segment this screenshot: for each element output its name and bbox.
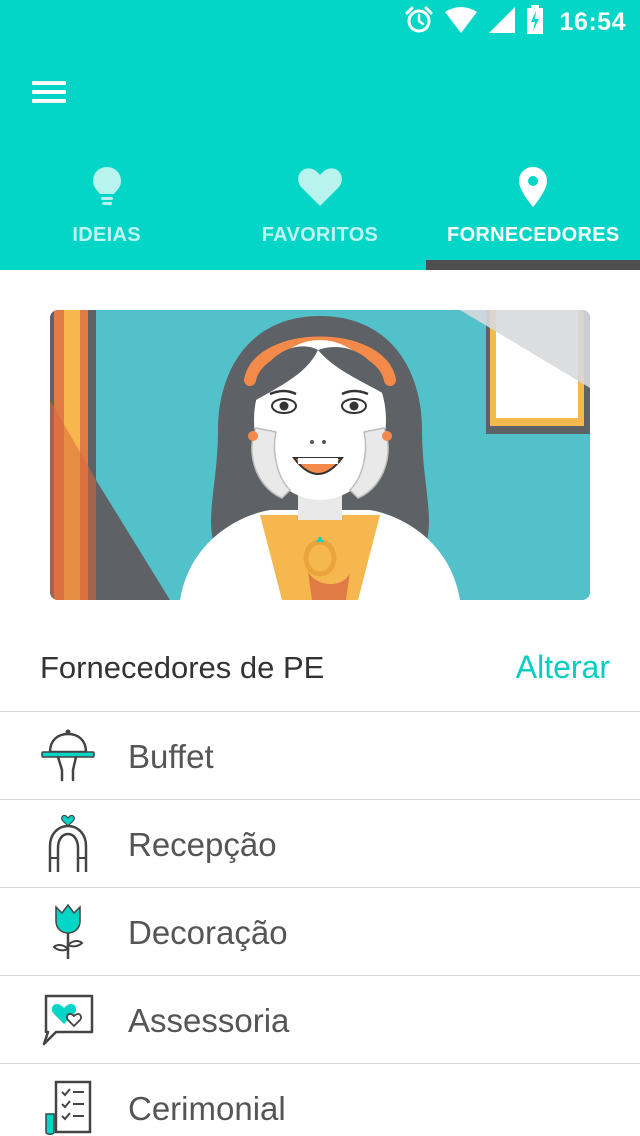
list-item-label: Decoração xyxy=(128,914,288,951)
tab-label: IDEIAS xyxy=(72,224,141,246)
hearts-chat-icon xyxy=(40,990,96,1050)
section-header: Fornecedores de PE Alterar xyxy=(0,622,640,712)
signal-icon xyxy=(488,6,516,39)
lightbulb-icon xyxy=(92,164,122,210)
list-item-label: Buffet xyxy=(128,738,214,775)
wedding-arch-icon xyxy=(40,814,96,874)
hamburger-menu-icon[interactable] xyxy=(32,80,66,106)
rose-icon xyxy=(40,902,96,962)
status-icons: 16:54 xyxy=(404,4,626,40)
list-item-label: Assessoria xyxy=(128,1002,290,1039)
hero-illustration xyxy=(50,310,590,600)
list-item-recepcao[interactable]: Recepção xyxy=(0,800,640,888)
checklist-icon xyxy=(40,1078,96,1136)
tab-label: FAVORITOS xyxy=(261,224,379,246)
list-item-assessoria[interactable]: Assessoria xyxy=(0,976,640,1064)
list-item-label: Recepção xyxy=(128,826,277,863)
vendor-category-list: Buffet Recepção Decoração Assessoria Cer… xyxy=(0,712,640,1136)
tab-ideias[interactable]: IDEIAS xyxy=(0,150,213,270)
list-item-buffet[interactable]: Buffet xyxy=(0,712,640,800)
active-tab-indicator xyxy=(426,260,640,270)
tab-fornecedores[interactable]: FORNECEDORES xyxy=(427,150,640,270)
battery-charging-icon xyxy=(526,4,544,40)
list-item-cerimonial[interactable]: Cerimonial xyxy=(0,1064,640,1136)
alarm-icon xyxy=(404,5,434,40)
food-tray-icon xyxy=(40,726,96,786)
section-title: Fornecedores de PE xyxy=(40,650,325,685)
location-pin-icon xyxy=(518,164,548,210)
wifi-icon xyxy=(444,6,478,39)
tab-bar: IDEIAS FAVORITOS FORNECEDORES xyxy=(0,150,640,270)
change-location-link[interactable]: Alterar xyxy=(516,649,610,686)
status-bar: 16:54 xyxy=(0,0,640,44)
tab-label: FORNECEDORES xyxy=(447,224,620,246)
tab-favoritos[interactable]: FAVORITOS xyxy=(213,150,426,270)
app-bar: 16:54 IDEIAS FAVORITOS FORNECEDORES xyxy=(0,0,640,270)
heart-icon xyxy=(297,164,343,210)
status-time: 16:54 xyxy=(559,7,626,36)
list-item-label: Cerimonial xyxy=(128,1090,286,1127)
list-item-decoracao[interactable]: Decoração xyxy=(0,888,640,976)
